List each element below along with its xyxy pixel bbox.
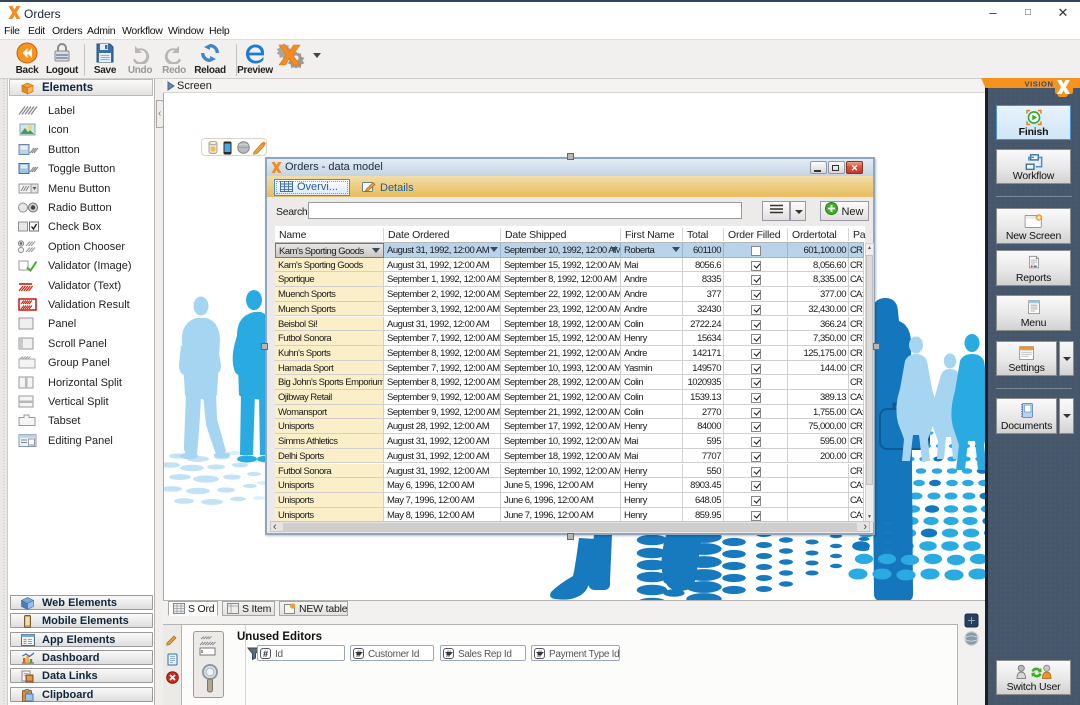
svg-text:VISION: VISION bbox=[1024, 80, 1053, 89]
